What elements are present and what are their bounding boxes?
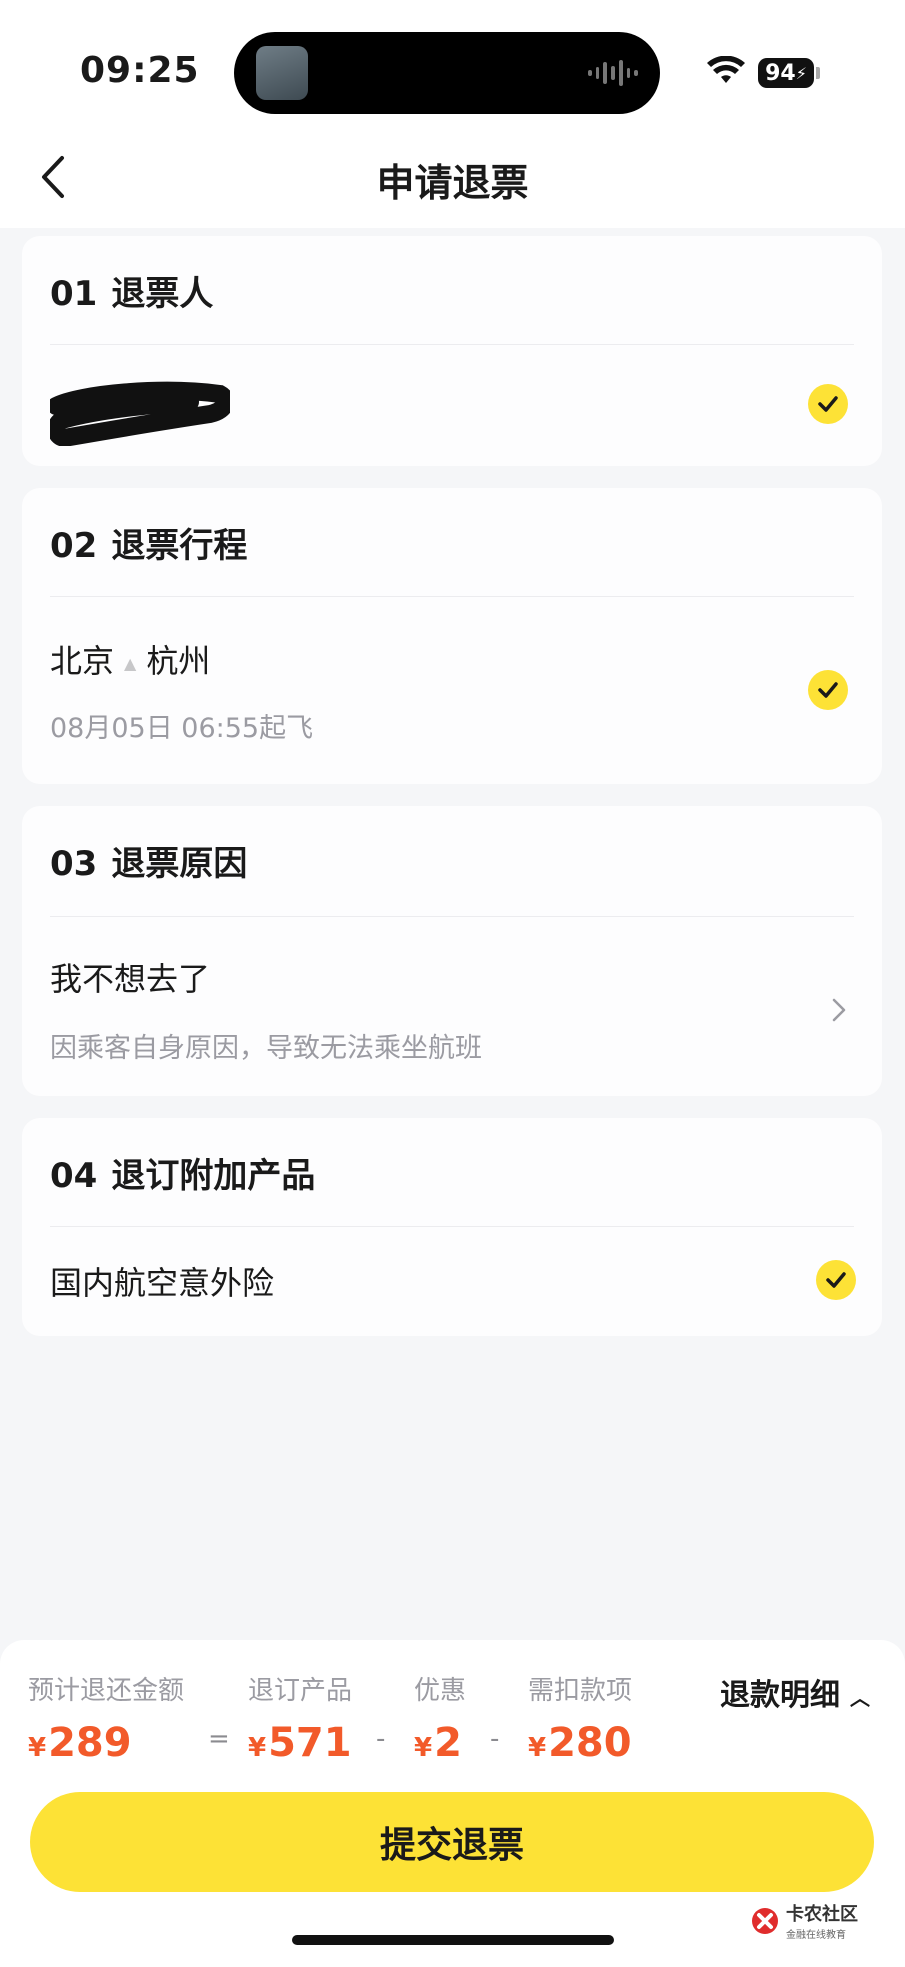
product-label: 退订产品: [248, 1676, 353, 1706]
now-playing-thumbnail: [256, 46, 308, 100]
deduct-value: ¥280: [528, 1720, 632, 1766]
wifi-icon: [707, 56, 745, 83]
audio-wave-icon: [588, 58, 639, 88]
section-number: 03: [50, 844, 98, 884]
battery-icon: 94 ⚡: [758, 58, 814, 88]
trip-time: 08月05日 06:55起飞: [50, 713, 314, 744]
section-title: 退订附加产品: [111, 1156, 316, 1196]
discount-value: ¥2: [414, 1720, 462, 1766]
section-title: 退票原因: [111, 844, 248, 884]
redacted-name: [50, 381, 230, 446]
refund-label: 预计退还金额: [28, 1676, 185, 1706]
chevron-up-icon: ︿: [850, 1686, 870, 1710]
section-title: 退票人: [111, 274, 214, 314]
reason-card[interactable]: 03 退票原因 我不想去了 因乘客自身原因，导致无法乘坐航班: [22, 806, 882, 1096]
battery-level: 94: [765, 60, 796, 86]
nav-bar: 申请退票: [0, 130, 905, 228]
section-heading: 01 退票人: [50, 266, 213, 315]
trip-from: 北京: [50, 642, 115, 680]
check-icon[interactable]: [808, 670, 848, 710]
refund-detail-label: 退款明细: [720, 1678, 840, 1713]
section-number: 01: [50, 274, 98, 314]
trip-to: 杭州: [146, 642, 211, 680]
section-heading: 04 退订附加产品: [50, 1148, 315, 1197]
submit-refund-button[interactable]: 提交退票: [30, 1792, 874, 1892]
section-title: 退票行程: [111, 526, 248, 566]
divider: [50, 1226, 854, 1227]
section-number: 02: [50, 526, 98, 566]
watermark-sub: 金融在线教育: [786, 1930, 846, 1941]
passenger-card: 01 退票人: [22, 236, 882, 466]
check-icon[interactable]: [808, 384, 848, 424]
minus-sign: -: [376, 1724, 386, 1754]
watermark-name: 卡农社区: [786, 1904, 858, 1925]
minus-sign: -: [490, 1724, 500, 1754]
dynamic-island: [234, 32, 660, 114]
reason-sub: 因乘客自身原因，导致无法乘坐航班: [50, 1033, 482, 1064]
addon-card: 04 退订附加产品 国内航空意外险: [22, 1118, 882, 1336]
refund-detail-button[interactable]: 退款明细 ︿: [720, 1670, 870, 1714]
equals-sign: =: [208, 1724, 230, 1754]
product-value: ¥571: [248, 1720, 352, 1766]
section-heading: 03 退票原因: [50, 836, 247, 885]
status-bar: 09:25 94 ⚡: [0, 0, 905, 130]
watermark: 卡农社区 金融在线教育: [750, 1900, 858, 1941]
reason-main: 我不想去了: [50, 960, 211, 998]
battery-tip: [816, 67, 820, 79]
check-icon[interactable]: [816, 1260, 856, 1300]
section-number: 04: [50, 1156, 98, 1196]
addon-product: 国内航空意外险: [50, 1264, 275, 1302]
home-indicator: [292, 1935, 614, 1945]
chevron-right-icon[interactable]: [826, 992, 852, 1028]
arrow-right-icon: ▲: [124, 653, 137, 673]
divider: [50, 344, 854, 345]
divider: [50, 916, 854, 917]
status-time: 09:25: [80, 50, 200, 91]
trip-card: 02 退票行程 北京 ▲ 杭州 08月05日 06:55起飞: [22, 488, 882, 784]
trip-route: 北京 ▲ 杭州: [50, 636, 210, 682]
deduct-label: 需扣款项: [528, 1676, 633, 1706]
section-heading: 02 退票行程: [50, 518, 247, 567]
refund-value: ¥289: [28, 1720, 132, 1766]
kanong-logo-icon: [752, 1907, 778, 1934]
bottom-bar: 预计退还金额 ¥289 = 退订产品 ¥571 - 优惠 ¥2 - 需扣款项 ¥…: [0, 1640, 905, 1967]
discount-label: 优惠: [414, 1676, 467, 1706]
divider: [50, 596, 854, 597]
page-title: 申请退票: [376, 161, 529, 205]
